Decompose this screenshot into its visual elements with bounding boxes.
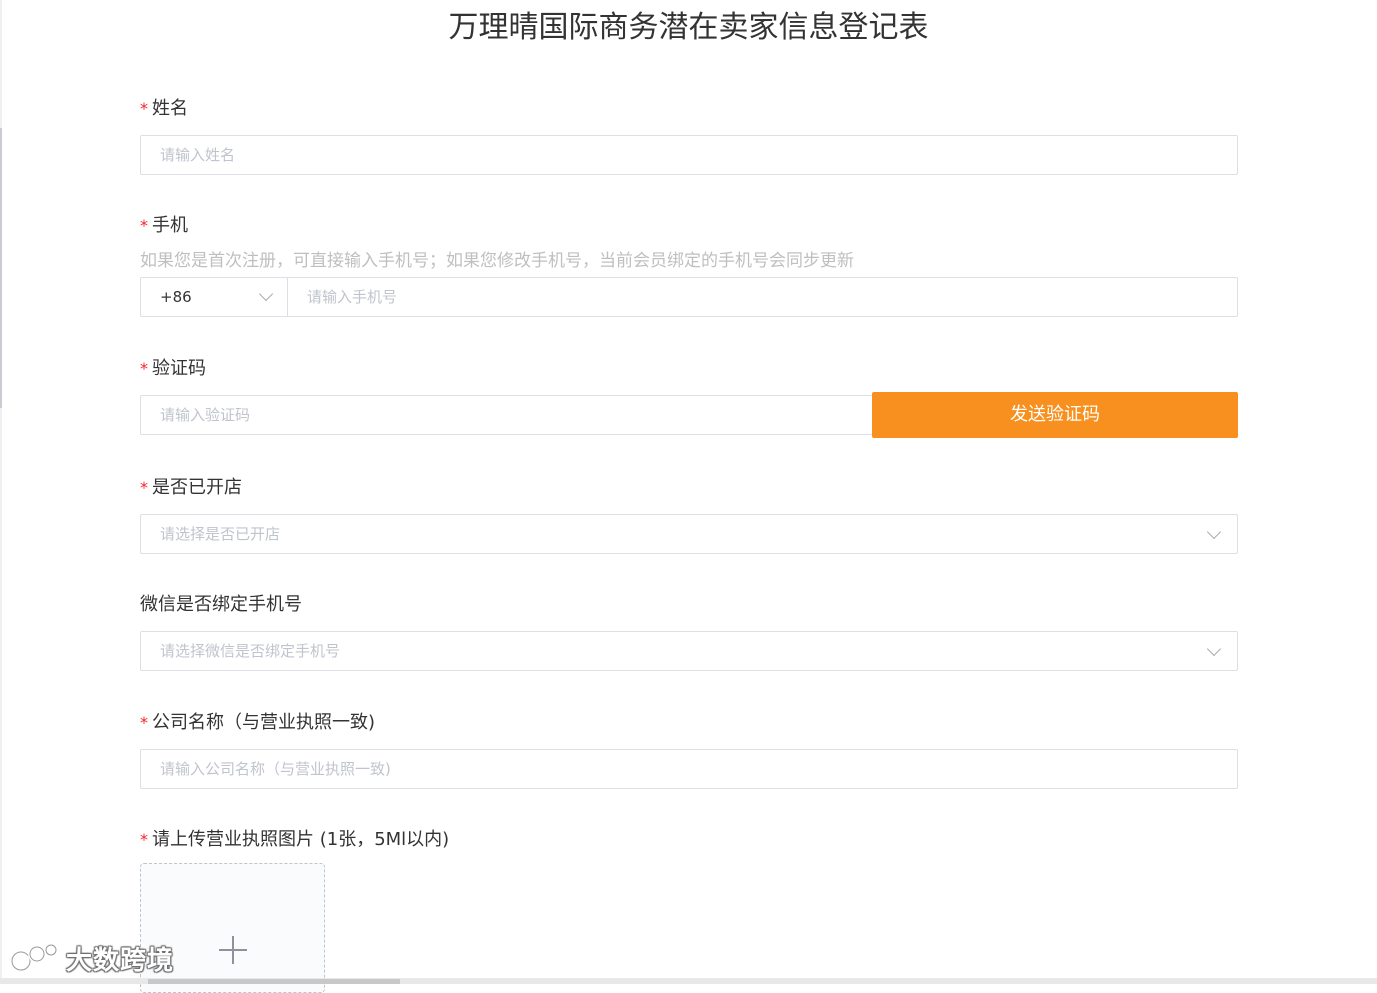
required-mark: * <box>140 216 148 235</box>
phone-input-wrapper <box>288 278 1237 316</box>
chevron-down-icon <box>1206 524 1222 540</box>
license-upload-label: * 请上传营业执照图片 (1张，5Ml以内) <box>140 828 449 852</box>
phone-input[interactable] <box>288 278 1237 316</box>
company-name-input[interactable] <box>141 750 1237 788</box>
left-edge <box>0 0 2 984</box>
plus-icon <box>219 936 247 964</box>
name-label: * 姓名 <box>140 97 188 121</box>
wechat-bound-label-text: 微信是否绑定手机号 <box>140 594 302 615</box>
name-field[interactable] <box>140 135 1238 175</box>
required-mark: * <box>140 830 148 849</box>
verification-code-field[interactable] <box>140 395 873 435</box>
store-opened-label: * 是否已开店 <box>140 476 242 500</box>
verification-code-label-text: 验证码 <box>152 358 206 379</box>
required-mark: * <box>140 478 148 497</box>
license-upload-label-text: 请上传营业执照图片 (1张，5Ml以内) <box>152 829 450 850</box>
chevron-down-icon <box>1206 641 1222 657</box>
watermark-text: 大数跨境 <box>66 945 175 976</box>
wechat-bound-placeholder: 请选择微信是否绑定手机号 <box>160 642 341 660</box>
verification-code-input[interactable] <box>141 396 872 434</box>
store-opened-select[interactable]: 请选择是否已开店 <box>140 514 1238 554</box>
left-edge-segment <box>0 128 2 408</box>
chevron-down-icon <box>258 286 274 302</box>
country-code-value: +86 <box>160 288 192 306</box>
country-code-select[interactable]: +86 <box>141 278 288 316</box>
name-label-text: 姓名 <box>152 98 188 119</box>
scrollbar-thumb[interactable] <box>148 979 400 984</box>
send-code-button[interactable]: 发送验证码 <box>872 392 1238 438</box>
phone-label-text: 手机 <box>152 215 188 236</box>
required-mark: * <box>140 99 148 118</box>
store-opened-label-text: 是否已开店 <box>152 477 242 498</box>
watermark-logo <box>10 943 58 972</box>
company-name-field[interactable] <box>140 749 1238 789</box>
store-opened-placeholder: 请选择是否已开店 <box>160 525 281 543</box>
phone-field-group: +86 <box>140 277 1238 317</box>
verification-code-label: * 验证码 <box>140 357 206 381</box>
watermark: 大数跨境 <box>8 938 174 978</box>
company-name-label: * 公司名称（与营业执照一致) <box>140 711 375 735</box>
wechat-bound-select[interactable]: 请选择微信是否绑定手机号 <box>140 631 1238 671</box>
page-title: 万理晴国际商务潜在卖家信息登记表 <box>448 10 929 45</box>
required-mark: * <box>140 359 148 378</box>
wechat-bound-label: 微信是否绑定手机号 <box>140 593 302 617</box>
phone-label: * 手机 <box>140 214 188 238</box>
required-mark: * <box>140 713 148 732</box>
company-name-label-text: 公司名称（与营业执照一致) <box>152 712 376 733</box>
name-input[interactable] <box>141 136 1237 174</box>
phone-hint: 如果您是首次注册，可直接输入手机号；如果您修改手机号，当前会员绑定的手机号会同步… <box>140 251 854 271</box>
horizontal-scrollbar[interactable] <box>0 978 1377 984</box>
